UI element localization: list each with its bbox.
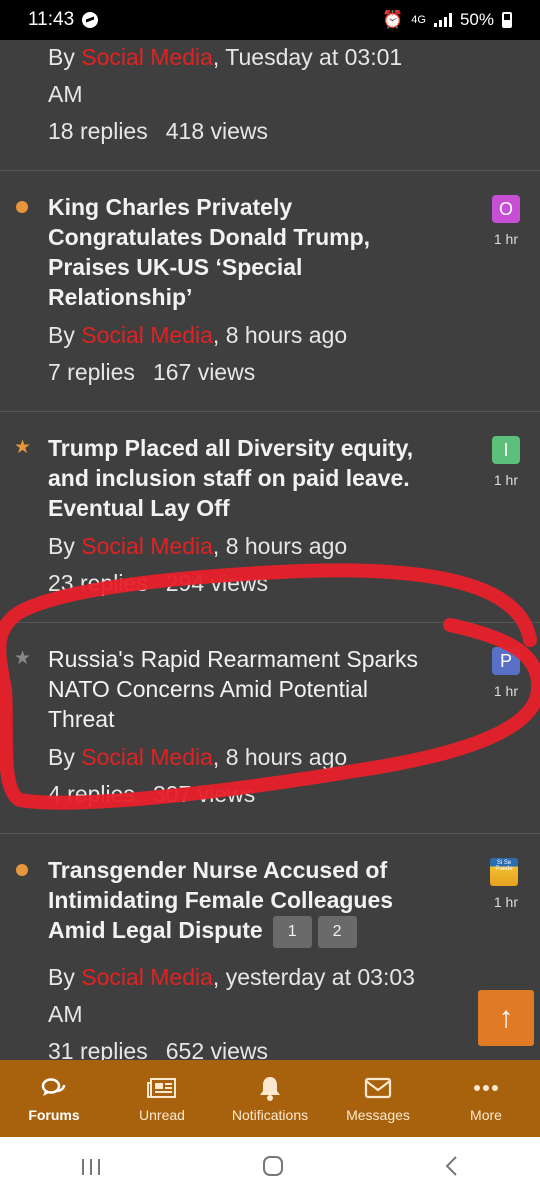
thread-item[interactable]: O 1 hr King Charles Privately Congratula… bbox=[0, 171, 540, 412]
view-count: 652 views bbox=[165, 1037, 269, 1060]
thread-meta: By Social Media, 8 hours ago bbox=[48, 533, 348, 559]
clock: 11:43 bbox=[28, 9, 75, 30]
thread-item[interactable]: By Social Media, Tuesday at 03:01 AM 18 … bbox=[0, 40, 540, 171]
thread-list: By Social Media, Tuesday at 03:01 AM 18 … bbox=[0, 40, 540, 1060]
view-count: 167 views bbox=[152, 359, 256, 385]
bell-icon bbox=[258, 1075, 282, 1101]
author-link[interactable]: Social Media bbox=[81, 44, 213, 70]
thread-title[interactable]: Russia's Rapid Rearmament Sparks NATO Co… bbox=[48, 644, 440, 734]
newspaper-icon bbox=[147, 1075, 177, 1101]
view-count: 294 views bbox=[165, 570, 269, 596]
battery-label: 50% bbox=[459, 10, 494, 29]
page-link-2[interactable]: 2 bbox=[317, 915, 357, 948]
author-link[interactable]: Social Media bbox=[81, 744, 213, 770]
thread-stats: 18 replies 418 views bbox=[48, 113, 440, 150]
network-label: 4G bbox=[411, 14, 426, 26]
reply-count: 31 replies bbox=[48, 1037, 148, 1060]
recent-apps-button[interactable] bbox=[80, 1153, 102, 1184]
reply-count: 18 replies bbox=[48, 118, 148, 144]
messenger-icon bbox=[82, 12, 99, 28]
thread-item[interactable]: ★ I 1 hr Trump Placed all Diversity equi… bbox=[0, 412, 540, 623]
tab-notifications[interactable]: Notifications bbox=[216, 1060, 324, 1137]
thread-title[interactable]: King Charles Privately Congratulates Don… bbox=[48, 192, 440, 312]
view-count: 307 views bbox=[152, 781, 256, 807]
reply-count: 23 replies bbox=[48, 570, 148, 596]
back-button[interactable] bbox=[444, 1153, 460, 1184]
scroll-top-button[interactable]: ↑ bbox=[478, 990, 534, 1046]
thread-meta: By Social Media, 8 hours ago bbox=[48, 744, 348, 770]
thread-title[interactable]: Transgender Nurse Accused of Intimidatin… bbox=[48, 855, 440, 948]
tab-messages[interactable]: Messages bbox=[324, 1060, 432, 1137]
thread-stats: 7 replies 167 views bbox=[48, 354, 440, 391]
reply-count: 7 replies bbox=[48, 359, 135, 385]
envelope-icon bbox=[364, 1075, 392, 1101]
signal-icon bbox=[433, 13, 452, 27]
author-link[interactable]: Social Media bbox=[81, 533, 213, 559]
thread-meta: By Social Media, Tuesday at 03:01 AM bbox=[48, 44, 403, 107]
more-icon bbox=[474, 1075, 498, 1101]
status-bar: 11:43 ⏰ 4G 50% bbox=[0, 0, 540, 40]
tab-forums[interactable]: Forums bbox=[0, 1060, 108, 1137]
thread-meta: By Social Media, 8 hours ago bbox=[48, 322, 348, 348]
battery-icon bbox=[502, 12, 512, 28]
arrow-up-icon: ↑ bbox=[498, 1001, 514, 1034]
tab-more[interactable]: More bbox=[432, 1060, 540, 1137]
thread-item[interactable]: Si Se Puede 1 hr Transgender Nurse Accus… bbox=[0, 834, 540, 1060]
bottom-tab-bar: Forums Unread Notifications Messages Mor… bbox=[0, 1060, 540, 1137]
system-nav-bar bbox=[0, 1137, 540, 1200]
thread-title[interactable]: Trump Placed all Diversity equity, and i… bbox=[48, 433, 440, 523]
alarm-icon: ⏰ bbox=[382, 10, 404, 29]
author-link[interactable]: Social Media bbox=[81, 964, 213, 990]
thread-item[interactable]: ★ P 1 hr Russia's Rapid Rearmament Spark… bbox=[0, 623, 540, 834]
page-link-1[interactable]: 1 bbox=[272, 915, 312, 948]
reply-count: 4 replies bbox=[48, 781, 135, 807]
thread-stats: 4 replies 307 views bbox=[48, 776, 440, 813]
view-count: 418 views bbox=[165, 118, 269, 144]
tab-unread[interactable]: Unread bbox=[108, 1060, 216, 1137]
thread-stats: 31 replies 652 views bbox=[48, 1033, 440, 1060]
thread-stats: 23 replies 294 views bbox=[48, 565, 440, 602]
thread-meta: By Social Media, yesterday at 03:03 AM bbox=[48, 963, 415, 1027]
author-link[interactable]: Social Media bbox=[81, 322, 213, 348]
forums-icon bbox=[41, 1075, 67, 1101]
home-button[interactable] bbox=[261, 1153, 285, 1184]
